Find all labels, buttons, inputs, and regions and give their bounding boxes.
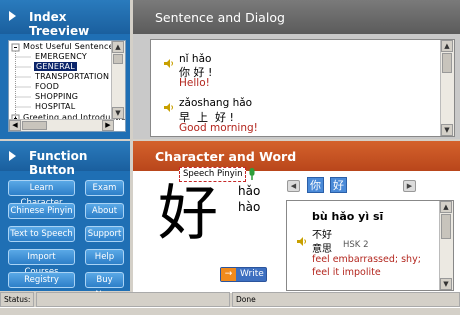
word-meaning-2: feel it impolite <box>312 267 381 278</box>
scroll-down-icon[interactable]: ▼ <box>441 124 453 136</box>
sentence-list[interactable]: nǐ hǎo 你 好 ! Hello! zǎoshang hǎo 早 上 好 !… <box>150 39 455 137</box>
bottom-edge <box>0 307 460 315</box>
tree-item-hospital[interactable]: HOSPITAL <box>35 102 75 111</box>
about-button[interactable]: About <box>85 203 124 219</box>
tree-view[interactable]: Most Useful Sentences EMERGENCY GENERAL … <box>8 40 126 132</box>
sentence-scrollbar[interactable]: ▲ ▼ <box>440 40 454 136</box>
tree-item-shopping[interactable]: SHOPPING <box>35 92 78 101</box>
scroll-right-icon[interactable]: ▶ <box>102 120 114 131</box>
scroll-up-icon[interactable]: ▲ <box>112 41 124 53</box>
exam-button[interactable]: Exam <box>85 180 124 196</box>
speaker-icon[interactable] <box>164 103 175 112</box>
word-hanzi-2: 意思 <box>312 244 332 255</box>
speaker-icon[interactable] <box>297 237 308 246</box>
write-button[interactable]: → Write <box>220 267 267 282</box>
tree-item-emergency[interactable]: EMERGENCY <box>35 52 87 61</box>
scroll-up-icon[interactable]: ▲ <box>440 201 452 213</box>
arrow-icon <box>9 11 16 21</box>
next-char-button[interactable]: ▶ <box>403 180 416 192</box>
scroll-thumb[interactable] <box>113 54 123 64</box>
word-pinyin: bù hǎo yì sī <box>312 210 384 223</box>
speaker-icon[interactable] <box>164 59 175 68</box>
tree-root[interactable]: Most Useful Sentences <box>23 42 118 51</box>
registry-button[interactable]: Registry <box>8 272 75 288</box>
hscroll-thumb[interactable] <box>22 121 47 130</box>
scroll-left-icon[interactable]: ◀ <box>9 120 21 131</box>
tree-hscrollbar[interactable]: ◀ ▶ <box>9 119 114 131</box>
learn-character-button[interactable]: Learn Character <box>8 180 75 208</box>
write-arrow-icon: → <box>221 268 236 281</box>
word-scrollbar[interactable]: ▲ ▼ <box>439 201 453 290</box>
big-character: 好 <box>158 179 218 249</box>
scroll-down-icon[interactable]: ▼ <box>112 107 124 119</box>
tree-item-food[interactable]: FOOD <box>35 82 59 91</box>
character-area: Speech Pinyin 好 hǎo hào → Write ◀ 你 好 ▶ … <box>133 167 460 293</box>
related-char-1[interactable]: 你 <box>307 177 324 193</box>
scroll-up-icon[interactable]: ▲ <box>441 40 453 52</box>
tree-scrollbar[interactable]: ▲ ▼ <box>111 41 125 119</box>
text-to-speech-button[interactable]: Text to Speech <box>8 226 75 242</box>
status-field <box>36 292 230 307</box>
arrow-icon <box>9 151 16 161</box>
index-treeview-title: Index Treeview <box>29 10 90 38</box>
chinese-pinyin-button[interactable]: Chinese Pinyin <box>8 203 75 219</box>
function-button-panel: Function Button Learn Character Exam Chi… <box>0 139 130 300</box>
index-treeview-panel: Index Treeview Most Useful Sentences EME… <box>0 0 130 139</box>
sentence-1-english: Hello! <box>179 77 210 89</box>
reading-2: hào <box>238 200 261 214</box>
help-button[interactable]: Help <box>85 249 124 265</box>
tree-item-general[interactable]: GENERAL <box>34 62 77 71</box>
scroll-thumb[interactable] <box>442 53 452 73</box>
sentence-2-pinyin: zǎoshang hǎo <box>179 97 253 109</box>
sentence-2-english: Good morning! <box>179 122 258 134</box>
sentence-dialog-panel: Sentence and Dialog nǐ hǎo 你 好 ! Hello! … <box>133 0 460 139</box>
hsk-level: HSK 2 <box>343 240 369 250</box>
prev-char-button[interactable]: ◀ <box>287 180 300 192</box>
function-button-title: Function Button <box>29 149 88 177</box>
related-char-2[interactable]: 好 <box>330 177 347 193</box>
sentence-dialog-title: Sentence and Dialog <box>155 9 285 25</box>
scroll-thumb[interactable] <box>441 214 451 239</box>
scroll-down-icon[interactable]: ▼ <box>440 278 452 290</box>
index-treeview-header: Index Treeview <box>0 0 130 38</box>
buy-now-button[interactable]: Buy Now <box>85 272 124 300</box>
microphone-icon[interactable] <box>248 168 256 181</box>
reading-1: hǎo <box>238 184 261 198</box>
tree-item-transportation[interactable]: TRANSPORTATION <box>35 72 109 81</box>
status-label: Status: <box>0 292 34 307</box>
function-button-header: Function Button <box>0 141 130 177</box>
sentence-dialog-header: Sentence and Dialog <box>133 0 460 34</box>
character-word-title: Character and Word <box>155 148 297 164</box>
word-meaning-1: feel embarrassed; shy; <box>312 254 421 265</box>
import-courses-button[interactable]: Import Courses <box>8 249 75 277</box>
support-button[interactable]: Support <box>85 226 124 242</box>
status-state: Done <box>232 292 460 307</box>
word-box[interactable]: bù hǎo yì sī 不好 意思 HSK 2 feel embarrasse… <box>286 200 454 291</box>
word-hanzi-1: 不好 <box>312 230 332 241</box>
character-word-panel: Character and Word Speech Pinyin 好 hǎo h… <box>133 139 460 293</box>
